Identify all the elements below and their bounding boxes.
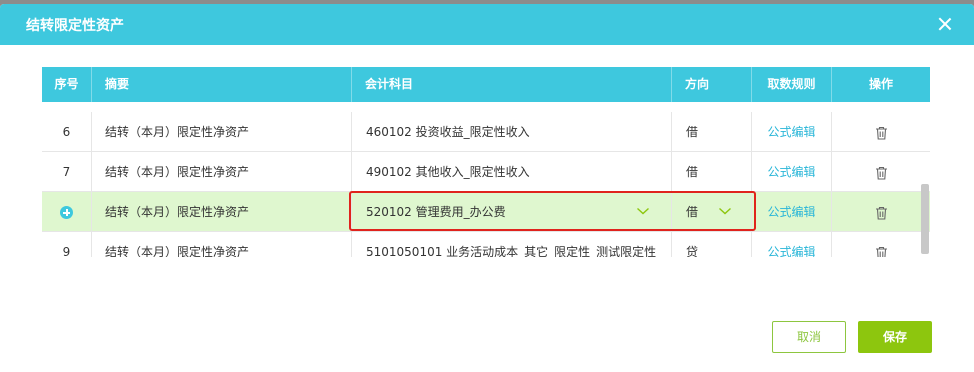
table-row: 9 结转（本月）限定性净资产 5101050101 业务活动成本_其它_限定性_… (42, 232, 930, 257)
formula-edit-link[interactable]: 公式编辑 (752, 152, 832, 192)
entries-table: 序号 摘要 会计科目 方向 取数规则 操作 6 结转（本月）限定性净资产 460… (42, 67, 930, 257)
row-no: 9 (42, 232, 92, 257)
row-no: 6 (42, 112, 92, 152)
row-account[interactable]: 460102 投资收益_限定性收入 (352, 112, 672, 152)
row-summary[interactable]: 结转（本月）限定性净资产 (92, 232, 352, 257)
direction-select[interactable]: 借 (672, 192, 752, 232)
table-header: 序号 摘要 会计科目 方向 取数规则 操作 (42, 67, 930, 102)
header-rule: 取数规则 (752, 67, 832, 102)
row-no (42, 192, 92, 232)
header-summary: 摘要 (92, 67, 352, 102)
account-select[interactable]: 520102 管理费用_办公费 (352, 192, 672, 232)
table-row: 6 结转（本月）限定性净资产 460102 投资收益_限定性收入 借 公式编辑 (42, 112, 930, 152)
add-row-plus-icon[interactable] (60, 206, 73, 219)
trash-icon[interactable] (875, 206, 888, 220)
row-account[interactable]: 490102 其他收入_限定性收入 (352, 152, 672, 192)
table-scrollbar[interactable] (921, 184, 929, 254)
row-summary[interactable]: 结转（本月）限定性净资产 (92, 112, 352, 152)
dialog-title: 结转限定性资产 (26, 17, 124, 34)
table-row-active: 结转（本月）限定性净资产 520102 管理费用_办公费 借 公式编辑 (42, 192, 930, 232)
save-button[interactable]: 保存 (858, 321, 932, 353)
row-account[interactable]: 5101050101 业务活动成本_其它_限定性_测试限定性 (352, 232, 672, 257)
formula-edit-link[interactable]: 公式编辑 (752, 232, 832, 257)
trash-icon[interactable] (875, 246, 888, 258)
chevron-down-icon[interactable] (718, 206, 732, 216)
row-summary[interactable]: 结转（本月）限定性净资产 (92, 152, 352, 192)
header-direction: 方向 (672, 67, 752, 102)
trash-icon[interactable] (875, 126, 888, 140)
cancel-button[interactable]: 取消 (772, 321, 846, 353)
header-no: 序号 (42, 67, 92, 102)
header-account: 会计科目 (352, 67, 672, 102)
row-no: 7 (42, 152, 92, 192)
formula-edit-link[interactable]: 公式编辑 (752, 112, 832, 152)
row-direction[interactable]: 借 (672, 152, 752, 192)
row-operations (832, 112, 930, 152)
direction-select-value: 借 (686, 205, 699, 219)
trash-icon[interactable] (875, 166, 888, 180)
row-summary[interactable]: 结转（本月）限定性净资产 (92, 192, 352, 232)
row-direction[interactable]: 贷 (672, 232, 752, 257)
row-operations (832, 192, 930, 232)
formula-edit-link[interactable]: 公式编辑 (752, 192, 832, 232)
dialog-titlebar: 结转限定性资产 (0, 4, 974, 45)
row-direction[interactable]: 借 (672, 112, 752, 152)
row-operations (832, 152, 930, 192)
account-select-value: 520102 管理费用_办公费 (366, 205, 506, 219)
close-icon[interactable] (936, 15, 954, 33)
chevron-down-icon[interactable] (636, 206, 650, 216)
row-operations (832, 232, 930, 257)
table-row: 7 结转（本月）限定性净资产 490102 其他收入_限定性收入 借 公式编辑 (42, 152, 930, 192)
header-operation: 操作 (868, 77, 893, 91)
